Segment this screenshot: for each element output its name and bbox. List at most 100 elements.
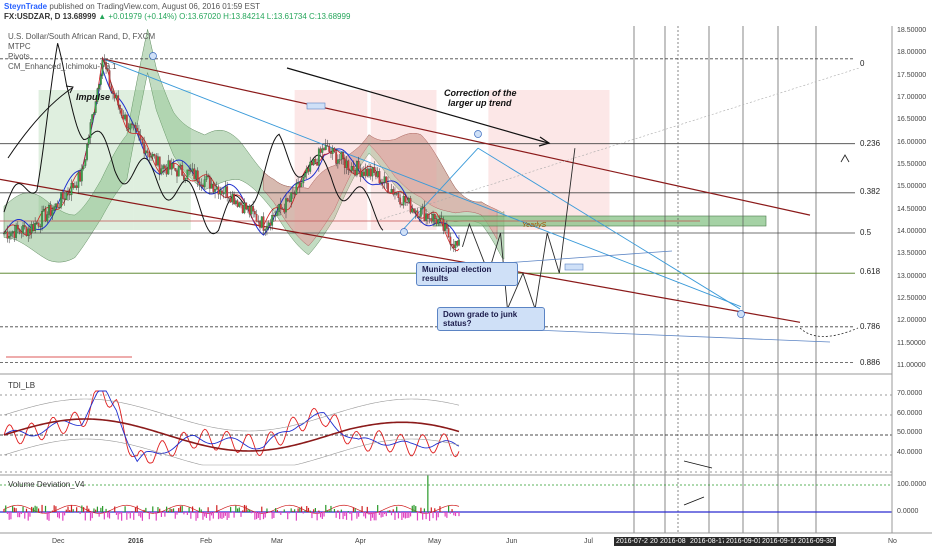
candle-body [333, 148, 336, 152]
symbol-price: FX:USDZAR, D 13.68999 [4, 12, 97, 21]
candle-body [456, 240, 459, 246]
tdi-arrow [683, 460, 713, 469]
callout-text-1: Down grade to junk [443, 310, 518, 319]
volume-bar [212, 512, 214, 519]
vol-arrow [683, 496, 705, 506]
volume-bar [24, 512, 26, 519]
candle-body [399, 197, 402, 205]
candle-body [172, 163, 175, 169]
volume-bar [292, 510, 294, 512]
candle-body [80, 168, 83, 182]
candle-body [368, 168, 370, 177]
candle-body [428, 218, 431, 220]
candle-body [70, 183, 73, 196]
candle-body [119, 105, 121, 109]
volume-bar [53, 505, 55, 512]
volume-bar [41, 504, 43, 512]
volume-bar [126, 512, 128, 520]
volume-bar [297, 508, 299, 512]
candle-body [349, 169, 351, 171]
impulse-annotation: Impulse [76, 92, 111, 102]
volume-bar [38, 508, 40, 512]
volume-bar [197, 512, 199, 519]
x-date-0817: 2016-08-17 [688, 537, 728, 546]
volume-bar [247, 509, 249, 512]
candle-body [196, 170, 199, 182]
volume-bar [172, 508, 175, 512]
candle-body [340, 152, 343, 160]
volume-bar [39, 512, 41, 513]
candle-body [79, 172, 82, 182]
candle-body [75, 185, 78, 188]
candle-body [91, 114, 94, 123]
candle-body [127, 127, 130, 130]
volume-bar [115, 512, 118, 516]
candle-body [207, 175, 210, 177]
volume-bar [82, 507, 85, 512]
volume-bar [300, 506, 303, 512]
candle-body [120, 108, 123, 116]
volume-deviation-title[interactable]: Volume Deviation_V4 [8, 480, 85, 489]
volume-bar [323, 512, 325, 517]
fib-label-0236: 0.236 [860, 139, 881, 148]
volume-bar [406, 512, 408, 519]
volume-bar [280, 512, 282, 515]
candle-body [342, 152, 344, 159]
author-link[interactable]: SteynTrade [4, 2, 47, 11]
candle-body [224, 186, 227, 194]
volume-bar [285, 512, 287, 514]
junk-status-callout[interactable]: Down grade to junk status? [437, 307, 545, 331]
volume-bar [249, 509, 251, 512]
volume-bar [446, 512, 448, 518]
volume-bar [294, 509, 296, 512]
municipal-election-callout[interactable]: Municipal election results [416, 262, 518, 286]
candle-body [323, 148, 325, 150]
volume-bar [454, 512, 457, 517]
volume-bar [373, 512, 375, 521]
volume-bar [195, 512, 197, 521]
candle-body [236, 200, 239, 207]
price-tick-label: 13.50000 [897, 250, 927, 258]
candle-body [304, 173, 306, 178]
volume-bar [148, 512, 150, 520]
candle-body [298, 182, 301, 188]
volume-bar [271, 512, 273, 519]
candle-body [356, 161, 358, 176]
candle-body [72, 183, 75, 188]
study-ichimoku[interactable]: CM_Enhanced_Ichimoku-V3.1 [8, 62, 117, 72]
candle-body [421, 206, 424, 209]
candle-body [253, 211, 256, 215]
volume-bar [333, 508, 336, 512]
study-mtpc[interactable]: MTPC [8, 42, 31, 52]
volume-bar [36, 506, 38, 512]
candle-body [228, 197, 230, 199]
candle-body [362, 171, 365, 176]
study-pivots[interactable]: Pivots [8, 52, 30, 62]
candle-body [380, 181, 383, 184]
candle-body [49, 204, 52, 216]
candle-body [200, 184, 203, 186]
volume-bar [31, 506, 33, 512]
candle-body [110, 86, 113, 92]
candle-body [238, 202, 241, 207]
volume-bar [340, 509, 342, 512]
fib-label-0382: 0.382 [860, 187, 881, 196]
publish-info: SteynTrade published on TradingView.com,… [4, 2, 260, 12]
tdi-title[interactable]: TDI_LB [8, 381, 35, 390]
volume-bar [100, 507, 102, 512]
candle-body [418, 216, 421, 218]
price-tick-label: 13.00000 [897, 272, 927, 280]
volume-bar [352, 507, 355, 512]
candle-body [423, 206, 426, 221]
candle-body [364, 168, 367, 176]
volume-bar [453, 512, 455, 516]
volume-bar [79, 512, 81, 514]
volume-bar [193, 512, 195, 514]
fib-label-0618: 0.618 [860, 267, 881, 276]
volume-bar [178, 508, 180, 512]
tdi-tick-70: 70.0000 [897, 390, 923, 397]
candle-body [134, 125, 137, 129]
volume-bar [420, 507, 422, 512]
callout-text-2: status? [443, 319, 472, 328]
candle-body [148, 152, 151, 158]
